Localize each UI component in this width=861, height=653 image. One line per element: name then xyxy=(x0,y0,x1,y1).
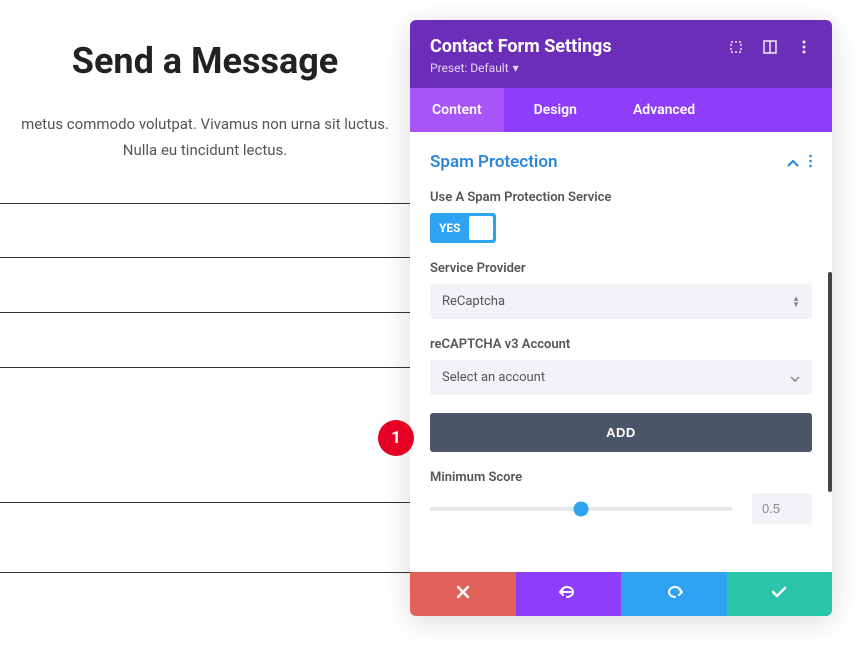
form-field[interactable] xyxy=(0,203,410,258)
slider-thumb xyxy=(574,501,589,516)
chevron-down-icon: ▾ xyxy=(513,61,519,75)
min-score-input[interactable] xyxy=(752,493,812,524)
preset-label: Preset: Default xyxy=(430,61,509,75)
preset-dropdown[interactable]: Preset: Default ▾ xyxy=(430,61,519,75)
use-spam-label: Use A Spam Protection Service xyxy=(430,190,812,205)
form-field[interactable] xyxy=(0,313,410,368)
close-icon xyxy=(456,585,470,604)
tab-content[interactable]: Content xyxy=(410,88,504,132)
provider-label: Service Provider xyxy=(430,261,812,276)
more-icon[interactable] xyxy=(796,39,812,55)
scrollbar[interactable] xyxy=(828,272,832,492)
undo-button[interactable] xyxy=(516,572,622,616)
updown-icon: ▲▼ xyxy=(792,296,800,308)
tab-advanced[interactable]: Advanced xyxy=(607,88,721,132)
min-score-slider[interactable] xyxy=(430,507,732,511)
layout-icon[interactable] xyxy=(762,39,778,55)
account-label: reCAPTCHA v3 Account xyxy=(430,337,812,352)
page-title: Send a Message xyxy=(0,40,410,82)
section-more-icon[interactable] xyxy=(809,153,812,172)
min-score-label: Minimum Score xyxy=(430,470,812,485)
panel-footer xyxy=(410,572,832,616)
chevron-down-icon xyxy=(790,371,800,385)
cancel-button[interactable] xyxy=(410,572,516,616)
annotation-marker-1: 1 xyxy=(378,420,414,456)
panel-title: Contact Form Settings xyxy=(430,36,612,57)
confirm-button[interactable] xyxy=(727,572,833,616)
form-field[interactable] xyxy=(0,368,410,503)
collapse-icon[interactable] xyxy=(787,153,799,172)
tabs: Content Design Advanced xyxy=(410,88,832,132)
add-button[interactable]: ADD xyxy=(430,413,812,452)
recaptcha-account-select[interactable]: Select an account xyxy=(430,360,812,395)
toggle-yes-label: YES xyxy=(433,221,461,235)
account-value: Select an account xyxy=(442,370,545,385)
settings-panel: Contact Form Settings Preset: Default ▾ … xyxy=(410,20,832,616)
page-description: metus commodo volutpat. Vivamus non urna… xyxy=(0,112,410,193)
provider-value: ReCaptcha xyxy=(442,294,505,309)
spam-protection-toggle[interactable]: YES xyxy=(430,213,496,243)
form-field[interactable] xyxy=(0,503,410,573)
service-provider-select[interactable]: ReCaptcha ▲▼ xyxy=(430,284,812,319)
check-icon xyxy=(771,585,787,603)
expand-icon[interactable] xyxy=(728,39,744,55)
tab-design[interactable]: Design xyxy=(504,88,607,132)
panel-header: Contact Form Settings Preset: Default ▾ xyxy=(410,20,832,88)
redo-icon xyxy=(665,585,683,604)
undo-icon xyxy=(559,585,577,604)
toggle-knob xyxy=(469,216,493,240)
form-field[interactable] xyxy=(0,258,410,313)
redo-button[interactable] xyxy=(621,572,727,616)
section-title: Spam Protection xyxy=(430,152,557,172)
